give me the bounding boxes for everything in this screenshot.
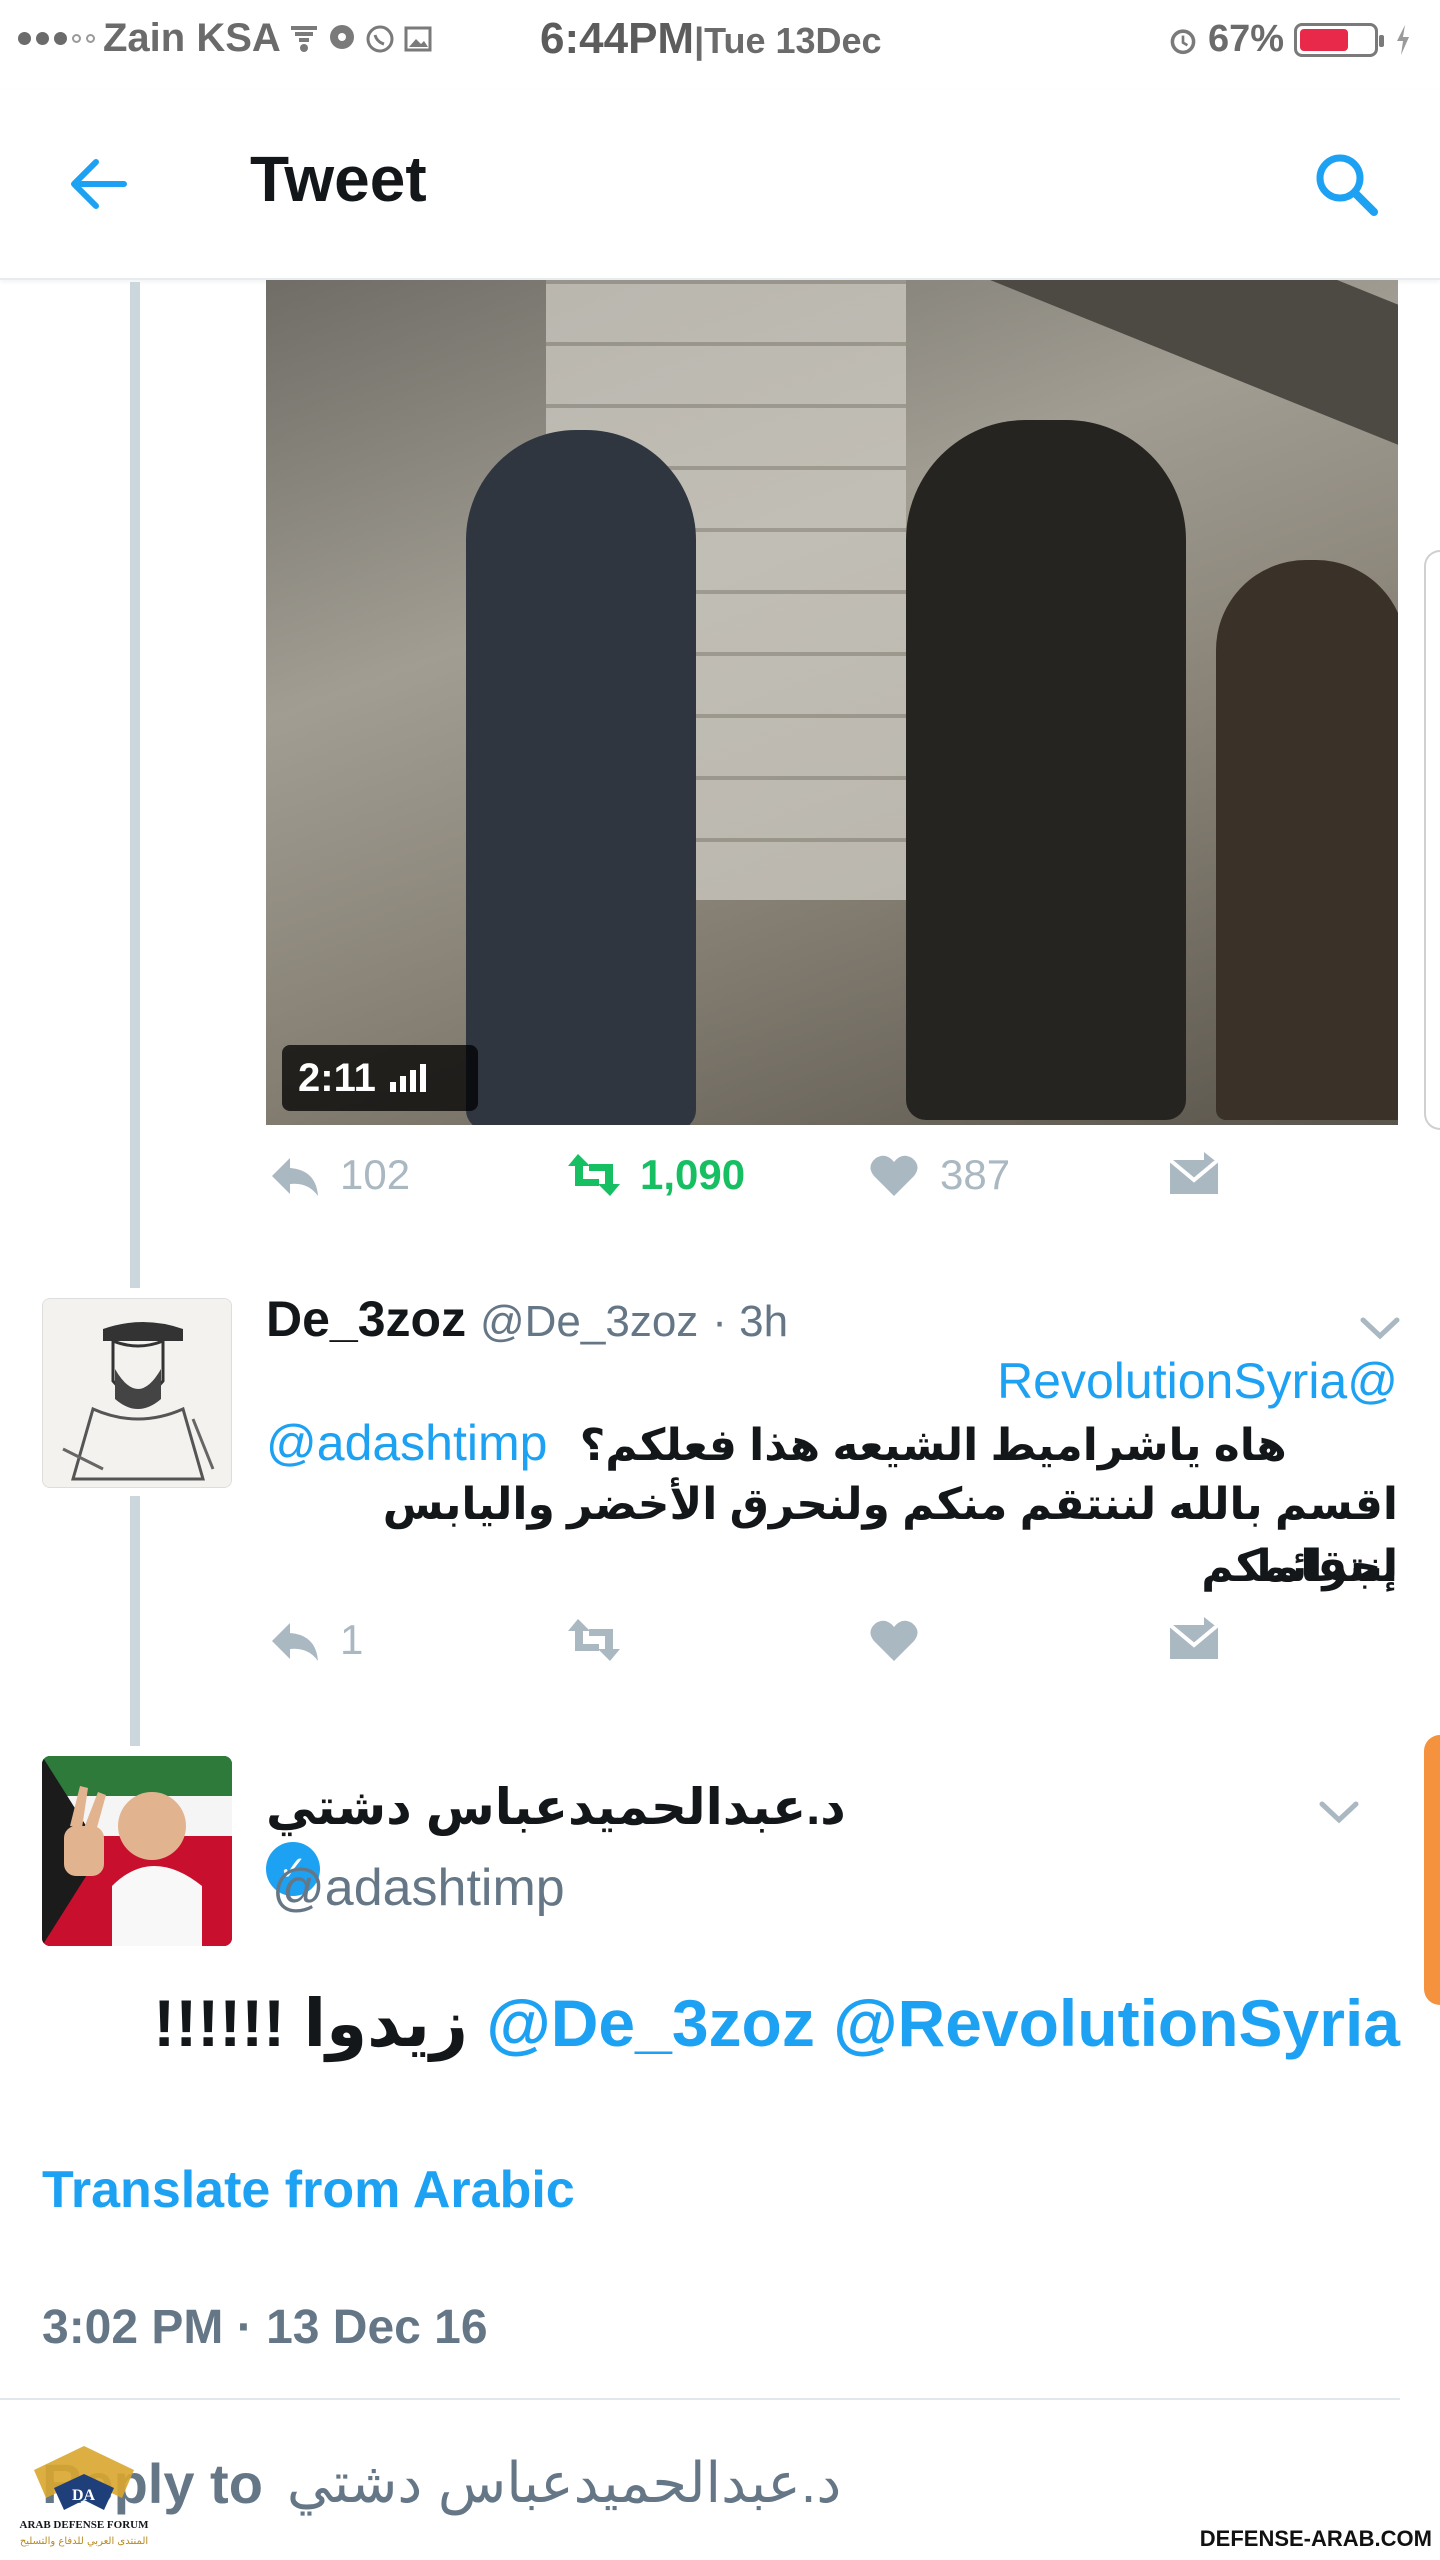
thread-line bbox=[130, 1496, 140, 1746]
avatar[interactable] bbox=[42, 1298, 232, 1488]
tweet-age: · 3h bbox=[712, 1297, 789, 1346]
reply-button[interactable]: 102 bbox=[266, 1150, 410, 1200]
tweet-text-line: @adashtimp هاه ياشراميط الشيعه هذا فعلكم… bbox=[266, 1412, 1398, 1477]
like-button[interactable] bbox=[866, 1615, 922, 1665]
svg-text:المنتدى العربي للدفاع والتسليح: المنتدى العربي للدفاع والتسليح bbox=[20, 2536, 148, 2547]
charging-icon bbox=[1388, 23, 1418, 57]
edge-panel-handle[interactable] bbox=[1424, 1735, 1440, 2005]
chevron-down-icon[interactable] bbox=[1314, 1792, 1364, 1832]
tweet-timestamp: 3:02 PM · 13 Dec 16 bbox=[42, 2301, 488, 2354]
tweet-text: @RevolutionSyria bbox=[266, 1350, 1398, 1412]
reply-count: 102 bbox=[340, 1151, 411, 1198]
edge-scroll-handle[interactable] bbox=[1424, 550, 1440, 1130]
clock-date: Tue 13Dec bbox=[704, 20, 882, 61]
battery-fill bbox=[1300, 28, 1349, 51]
tweet-author[interactable]: De_3zoz @De_3zoz · 3h bbox=[266, 1290, 788, 1348]
like-count: 387 bbox=[940, 1151, 1011, 1198]
tweet-line-3: لجرائمكم bbox=[1201, 1542, 1398, 1591]
tweet-actions: 1 bbox=[266, 1615, 1246, 1685]
author-name: د.عبدالحميدعباس دشتي bbox=[266, 1779, 846, 1835]
search-icon[interactable] bbox=[1310, 148, 1382, 220]
video-duration-badge: 2:11 bbox=[282, 1045, 478, 1111]
video-frame-figure bbox=[906, 420, 1186, 1120]
author-handle: @adashtimp bbox=[272, 1859, 565, 1917]
battery-icon bbox=[1294, 22, 1384, 57]
author-handle-row: @adashtimp bbox=[272, 1858, 565, 1918]
signal-icon bbox=[18, 32, 95, 45]
share-mail-icon bbox=[1168, 1617, 1220, 1659]
app-header: Tweet bbox=[0, 90, 1440, 280]
retweet-button[interactable] bbox=[566, 1615, 622, 1665]
page-title: Tweet bbox=[250, 143, 427, 215]
alarm-icon bbox=[1168, 23, 1198, 57]
retweet-count: 1,090 bbox=[640, 1151, 746, 1198]
retweet-icon bbox=[568, 1154, 620, 1196]
clock: 6:44PM|Tue 13Dec bbox=[540, 14, 882, 63]
video-frame-figure bbox=[466, 430, 696, 1125]
gallery-icon bbox=[403, 22, 433, 56]
reply-icon bbox=[272, 1158, 318, 1196]
reply-input[interactable]: Reply to د.عبدالحميدعباس دشتي bbox=[42, 2450, 841, 2516]
clock-time: 6:44PM bbox=[540, 14, 695, 63]
author-name: De_3zoz bbox=[266, 1291, 467, 1347]
status-right: 67% bbox=[1168, 18, 1418, 61]
location-icon bbox=[327, 22, 357, 56]
share-mail-icon bbox=[1168, 1152, 1220, 1194]
whatsapp-icon bbox=[365, 22, 395, 56]
tweet-line-1: هاه ياشراميط الشيعه هذا فعلكم؟ bbox=[579, 1421, 1287, 1470]
tweet-actions: 102 1,090 387 bbox=[266, 1150, 1246, 1220]
reply-count: 1 bbox=[340, 1616, 364, 1663]
heart-icon bbox=[870, 1155, 918, 1196]
chevron-down-icon[interactable] bbox=[1355, 1308, 1405, 1348]
divider bbox=[0, 2398, 1400, 2400]
reply-icon bbox=[272, 1623, 318, 1661]
reply-target-name: د.عبدالحميدعباس دشتي bbox=[286, 2451, 842, 2514]
main-tweet-text: @RevolutionSyria @De_3zoz زيدوا !!!!!! bbox=[120, 1985, 1400, 2062]
svg-text:ARAB DEFENSE FORUM: ARAB DEFENSE FORUM bbox=[20, 2519, 150, 2531]
mention-link[interactable]: @RevolutionSyria bbox=[833, 1986, 1400, 2060]
thread-line bbox=[130, 282, 140, 1288]
like-button[interactable]: 387 bbox=[866, 1150, 1010, 1200]
mention-link[interactable]: @De_3zoz bbox=[486, 1986, 814, 2060]
mention-link[interactable]: @RevolutionSyria bbox=[266, 1350, 1398, 1412]
translate-link[interactable]: Translate from Arabic bbox=[42, 2160, 575, 2220]
author-handle: @De_3zoz bbox=[479, 1297, 699, 1346]
carrier-label: Zain KSA bbox=[103, 16, 281, 60]
heart-icon bbox=[870, 1620, 918, 1661]
wifi-icon bbox=[289, 22, 319, 56]
share-button[interactable] bbox=[1166, 1150, 1222, 1200]
avatar[interactable] bbox=[42, 1756, 232, 1946]
retweet-button[interactable]: 1,090 bbox=[566, 1150, 745, 1200]
svg-text:DA: DA bbox=[72, 2487, 96, 2504]
battery-percent: 67% bbox=[1207, 18, 1284, 60]
volume-bars-icon bbox=[389, 1064, 426, 1092]
mention-link[interactable]: @adashtimp bbox=[266, 1415, 547, 1471]
profile-photo-image bbox=[42, 1756, 232, 1946]
arab-defense-forum-logo: DA ARAB DEFENSE FORUM المنتدى العربي للد… bbox=[20, 2446, 150, 2547]
status-bar: Zain KSA 6:44PM|Tue 13Dec 67% bbox=[0, 0, 1440, 90]
video-duration: 2:11 bbox=[298, 1055, 376, 1100]
video-frame-figure bbox=[1216, 560, 1398, 1120]
share-button[interactable] bbox=[1166, 1615, 1222, 1665]
video-player[interactable] bbox=[266, 280, 1398, 1125]
arrow-left-icon[interactable] bbox=[62, 148, 134, 220]
retweet-icon bbox=[568, 1619, 620, 1661]
sketch-portrait-image bbox=[43, 1299, 231, 1487]
status-left: Zain KSA bbox=[18, 16, 433, 61]
reply-button[interactable]: 1 bbox=[266, 1615, 363, 1665]
tweet-body: زيدوا !!!!!! bbox=[153, 1986, 469, 2060]
site-watermark: DEFENSE-ARAB.COM bbox=[1199, 2526, 1432, 2551]
